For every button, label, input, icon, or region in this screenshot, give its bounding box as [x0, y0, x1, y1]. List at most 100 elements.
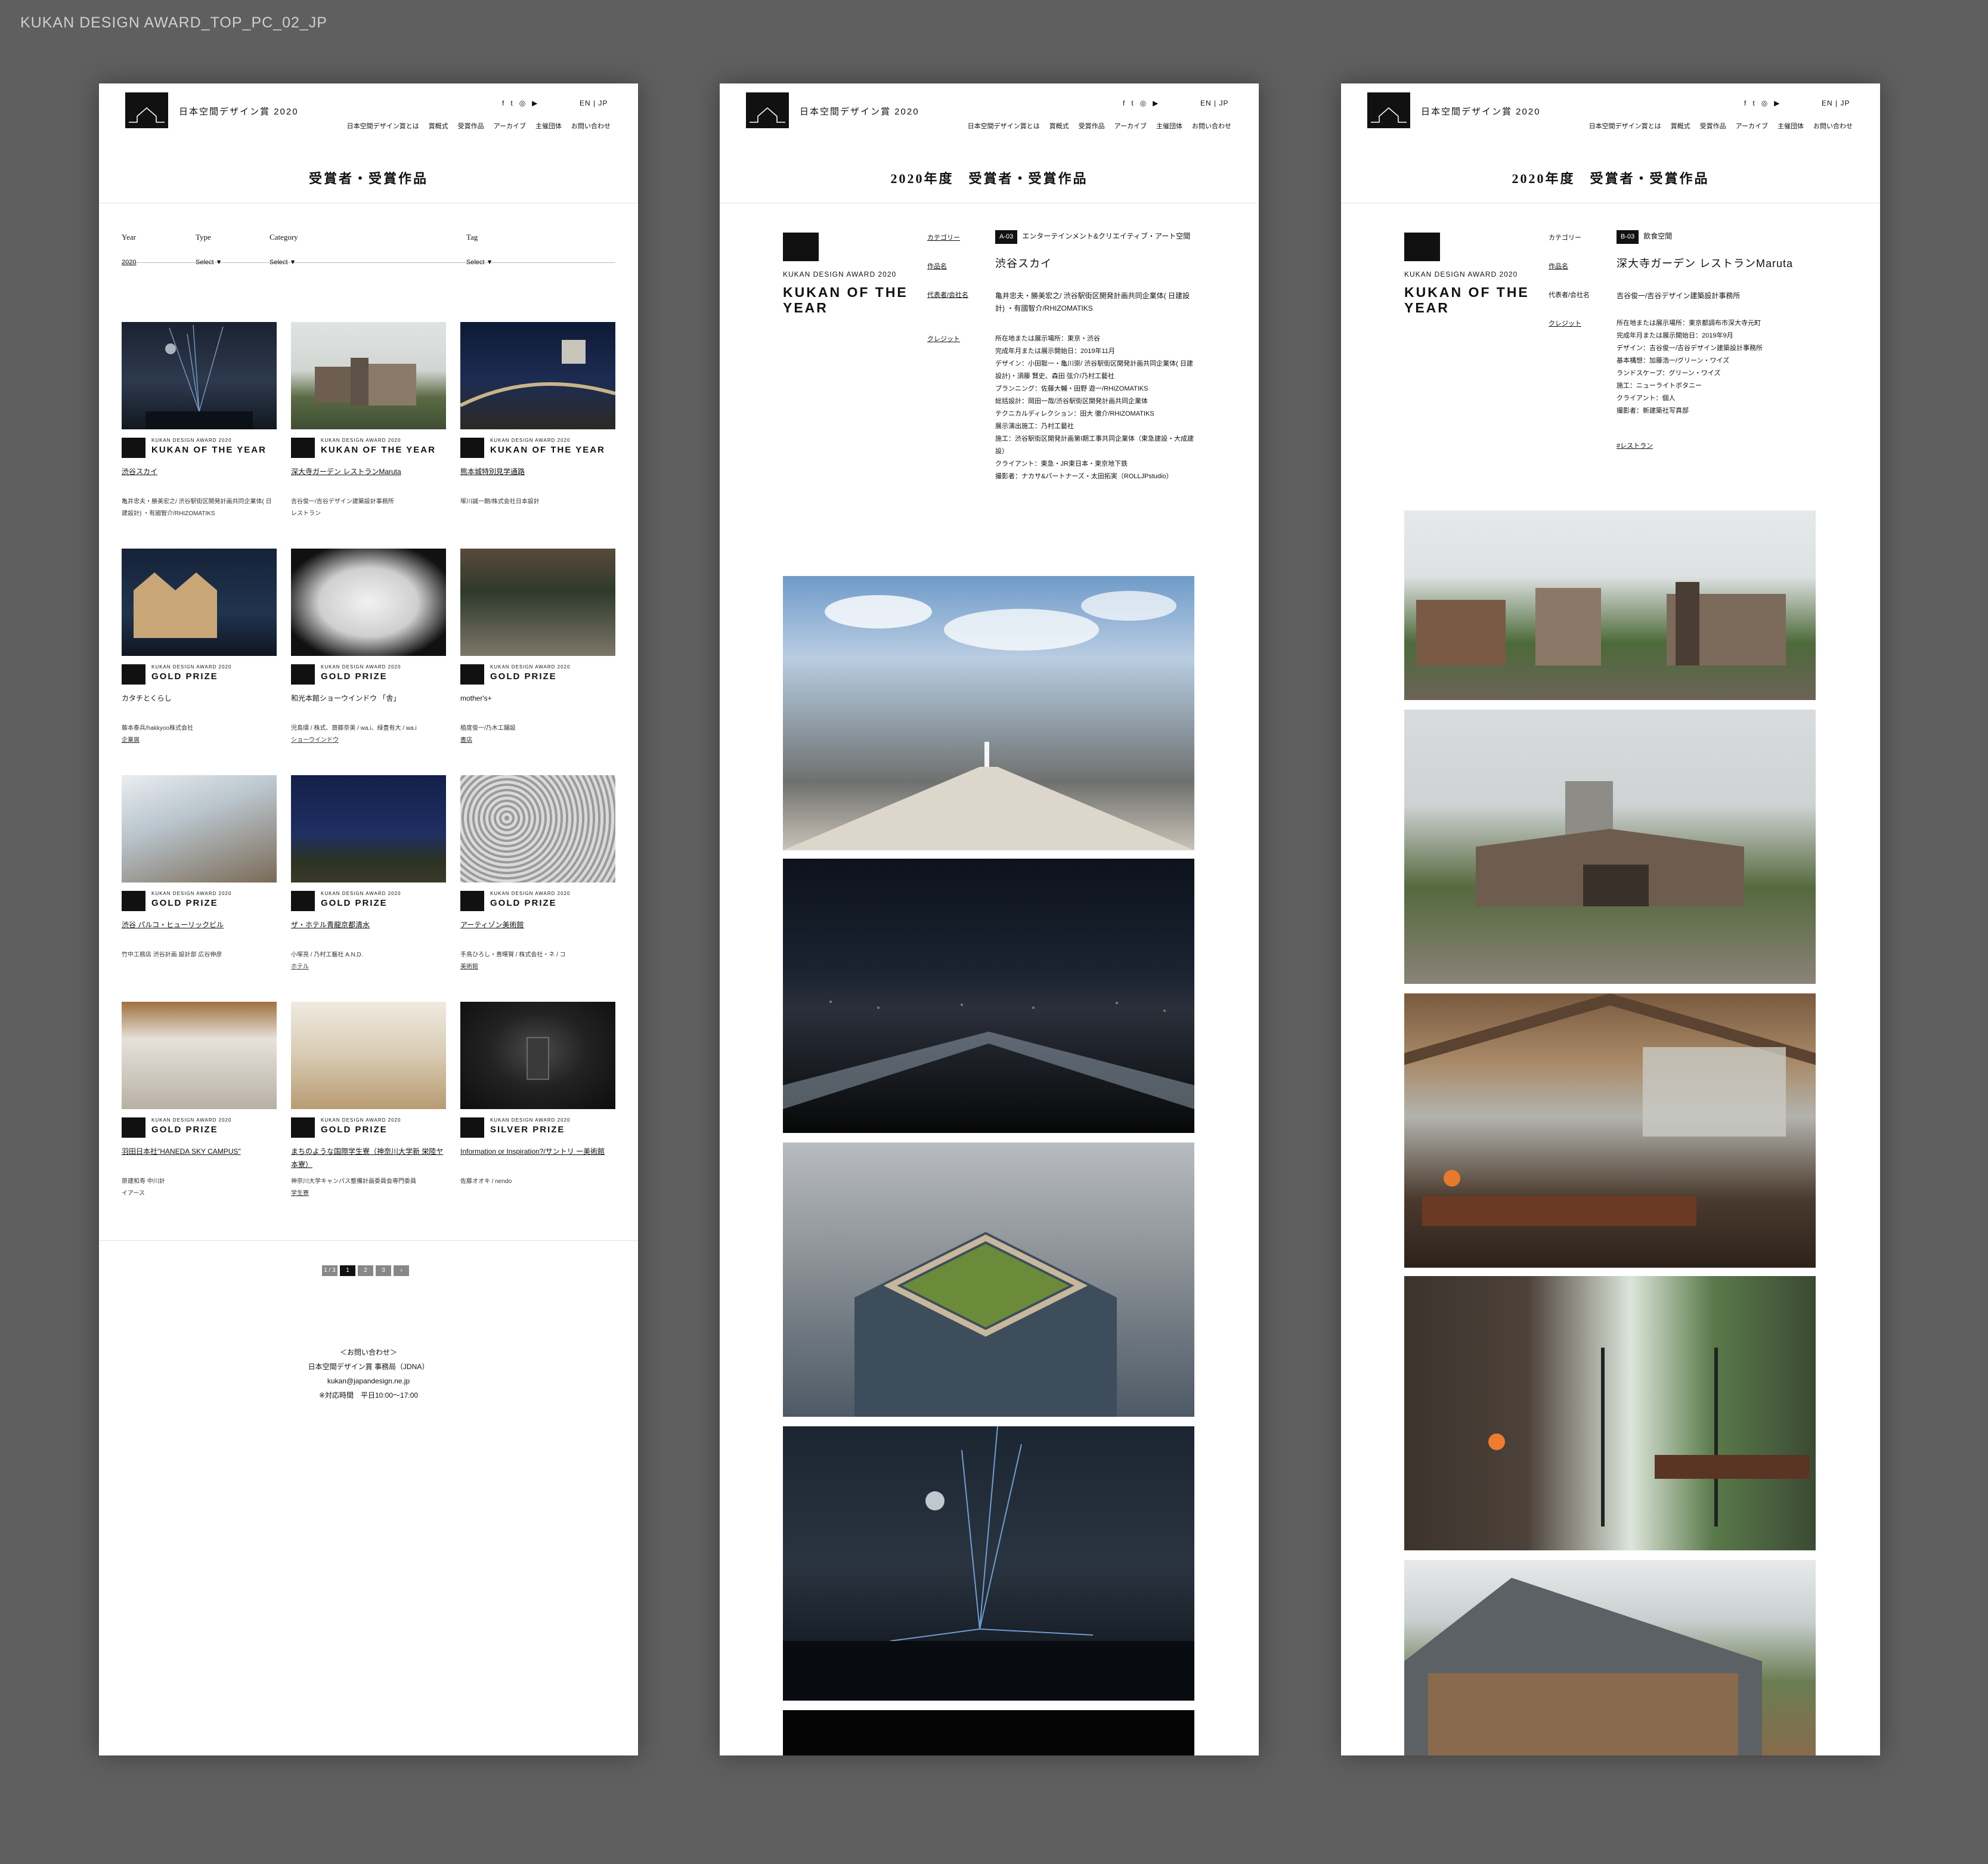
- next-page-button[interactable]: ›: [394, 1265, 409, 1276]
- twitter-icon[interactable]: t: [1752, 99, 1754, 107]
- award-thumbnail[interactable]: [122, 775, 277, 883]
- credit-list: 所在地または展示場所：東京・渋谷 完成年月または展示開始日：2019年11月 デ…: [995, 333, 1198, 483]
- facebook-icon[interactable]: f: [502, 99, 504, 107]
- filter-type-select[interactable]: Select ▼: [196, 259, 222, 266]
- award-thumbnail[interactable]: [291, 1002, 446, 1109]
- award-title-link[interactable]: 渋谷スカイ: [122, 465, 277, 478]
- award-card[interactable]: KUKAN DESIGN AWARD 2020 KUKAN OF THE YEAR…: [291, 322, 446, 549]
- award-thumbnail[interactable]: [291, 322, 446, 429]
- nav-item-contact[interactable]: お問い合わせ: [571, 121, 611, 131]
- facebook-icon[interactable]: f: [1744, 99, 1746, 107]
- nav-item-archive[interactable]: アーカイブ: [1736, 121, 1768, 131]
- language-switch[interactable]: EN | JP: [580, 99, 608, 107]
- award-card[interactable]: KUKAN DESIGN AWARD 2020 SILVER PRIZE Info…: [460, 1002, 615, 1228]
- instagram-icon[interactable]: ◎: [519, 99, 525, 107]
- award-tag-link[interactable]: 美術館: [460, 964, 478, 970]
- award-card[interactable]: KUKAN DESIGN AWARD 2020 GOLD PRIZE 羽田日本社"…: [122, 1002, 277, 1228]
- contact-email[interactable]: kukan@japandesign.ne.jp: [99, 1374, 638, 1388]
- work-photo[interactable]: [1404, 1560, 1816, 1755]
- award-thumbnail[interactable]: [291, 549, 446, 656]
- award-title-link[interactable]: まちのような国際学生寮（神奈川大学新 栄陸ヤ本寮）: [291, 1145, 446, 1171]
- award-thumbnail[interactable]: [460, 549, 615, 656]
- page-link-1[interactable]: 1: [340, 1265, 355, 1276]
- award-thumbnail[interactable]: [122, 549, 277, 656]
- award-tag-link[interactable]: 企業展: [122, 737, 140, 744]
- page-link-3[interactable]: 3: [376, 1265, 391, 1276]
- work-photo[interactable]: [783, 859, 1194, 1133]
- youtube-icon[interactable]: ▶: [1153, 99, 1158, 107]
- twitter-icon[interactable]: t: [1131, 99, 1133, 107]
- award-thumbnail[interactable]: [460, 1002, 615, 1109]
- nav-item-about[interactable]: 日本空間デザイン賞とは: [347, 121, 419, 131]
- award-title-link[interactable]: mother's+: [460, 692, 615, 705]
- work-photo[interactable]: [1404, 510, 1816, 700]
- youtube-icon[interactable]: ▶: [1774, 99, 1779, 107]
- language-switch[interactable]: EN | JP: [1200, 99, 1228, 107]
- nav-item-ceremony[interactable]: 賞概式: [429, 121, 448, 131]
- award-title-link[interactable]: カタチとくらし: [122, 692, 277, 705]
- work-photo[interactable]: [1404, 710, 1816, 984]
- nav-item-organizer[interactable]: 主催団体: [1778, 121, 1804, 131]
- nav-item-organizer[interactable]: 主催団体: [1156, 121, 1182, 131]
- work-photo[interactable]: [1404, 993, 1816, 1268]
- award-title-link[interactable]: ザ・ホテル青龍京都清水: [291, 918, 446, 931]
- award-card[interactable]: KUKAN DESIGN AWARD 2020 GOLD PRIZE まちのような…: [291, 1002, 446, 1228]
- work-photo[interactable]: [783, 1142, 1194, 1417]
- nav-item-ceremony[interactable]: 賞概式: [1671, 121, 1690, 131]
- page-link-2[interactable]: 2: [358, 1265, 373, 1276]
- award-card[interactable]: KUKAN DESIGN AWARD 2020 KUKAN OF THE YEAR…: [459, 322, 616, 549]
- award-thumbnail[interactable]: [459, 322, 616, 429]
- nav-item-about[interactable]: 日本空間デザイン賞とは: [1589, 121, 1661, 131]
- filter-tag-select[interactable]: Select ▼: [466, 259, 493, 266]
- nav-item-works[interactable]: 受賞作品: [1700, 121, 1726, 131]
- award-tag-link[interactable]: ショーウインドウ: [291, 737, 339, 744]
- nav-item-organizer[interactable]: 主催団体: [535, 121, 562, 131]
- award-card[interactable]: KUKAN DESIGN AWARD 2020 GOLD PRIZE アーティゾン…: [460, 775, 615, 1002]
- award-title-link[interactable]: Information or Inspiration?/サントリ ー美術館: [460, 1145, 615, 1158]
- award-tag-link[interactable]: 学生寮: [291, 1190, 309, 1197]
- nav-item-about[interactable]: 日本空間デザイン賞とは: [968, 121, 1040, 131]
- nav-item-archive[interactable]: アーカイブ: [494, 121, 526, 131]
- award-card[interactable]: KUKAN DESIGN AWARD 2020 GOLD PRIZE 和光本館ショ…: [291, 549, 446, 775]
- work-photo[interactable]: [783, 1710, 1194, 1755]
- facebook-icon[interactable]: f: [1123, 99, 1125, 107]
- award-title-link[interactable]: 羽田日本社"HANEDA SKY CAMPUS": [122, 1145, 277, 1158]
- site-logo[interactable]: [1367, 92, 1410, 128]
- award-title-link[interactable]: アーティゾン美術館: [460, 918, 615, 931]
- work-photo[interactable]: [783, 1426, 1194, 1701]
- work-photo[interactable]: [783, 576, 1194, 850]
- nav-item-archive[interactable]: アーカイブ: [1114, 121, 1147, 131]
- award-tag-link[interactable]: ホテル: [291, 964, 309, 970]
- award-card[interactable]: KUKAN DESIGN AWARD 2020 KUKAN OF THE YEAR…: [122, 322, 277, 549]
- filter-category-select[interactable]: Select ▼: [270, 259, 296, 266]
- work-photo[interactable]: [1404, 1276, 1816, 1550]
- award-thumbnail[interactable]: [291, 775, 446, 883]
- nav-item-works[interactable]: 受賞作品: [458, 121, 484, 131]
- award-tag-link[interactable]: レストラン: [291, 510, 321, 517]
- award-title-link[interactable]: 熊本城特別見学通路: [460, 465, 615, 478]
- award-thumbnail[interactable]: [122, 322, 277, 429]
- instagram-icon[interactable]: ◎: [1140, 99, 1146, 107]
- filter-year-select[interactable]: 2020: [122, 259, 136, 266]
- nav-item-contact[interactable]: お問い合わせ: [1192, 121, 1231, 131]
- award-card[interactable]: KUKAN DESIGN AWARD 2020 GOLD PRIZE 渋谷 パルコ…: [122, 775, 277, 1002]
- twitter-icon[interactable]: t: [510, 99, 512, 107]
- award-tag-link[interactable]: 書店: [460, 737, 472, 744]
- site-logo[interactable]: [746, 92, 789, 128]
- youtube-icon[interactable]: ▶: [532, 99, 537, 107]
- language-switch[interactable]: EN | JP: [1822, 99, 1850, 107]
- award-title-link[interactable]: 深大寺ガーデン レストランMaruta: [291, 465, 446, 478]
- award-title-link[interactable]: 和光本館ショーウインドウ 「舎」: [291, 692, 446, 705]
- award-thumbnail[interactable]: [460, 775, 615, 883]
- award-thumbnail[interactable]: [122, 1002, 277, 1109]
- instagram-icon[interactable]: ◎: [1761, 99, 1767, 107]
- nav-item-contact[interactable]: お問い合わせ: [1813, 121, 1853, 131]
- award-card[interactable]: KUKAN DESIGN AWARD 2020 GOLD PRIZE ザ・ホテル青…: [291, 775, 446, 1002]
- nav-item-works[interactable]: 受賞作品: [1079, 121, 1105, 131]
- tag-link[interactable]: #レストラン: [1617, 440, 1819, 453]
- award-card[interactable]: KUKAN DESIGN AWARD 2020 GOLD PRIZE mother…: [460, 549, 615, 775]
- nav-item-ceremony[interactable]: 賞概式: [1049, 121, 1069, 131]
- site-logo[interactable]: [125, 92, 168, 128]
- award-card[interactable]: KUKAN DESIGN AWARD 2020 GOLD PRIZE カタチとくら…: [122, 549, 277, 775]
- award-title-link[interactable]: 渋谷 パルコ・ヒューリックビル: [122, 918, 277, 931]
